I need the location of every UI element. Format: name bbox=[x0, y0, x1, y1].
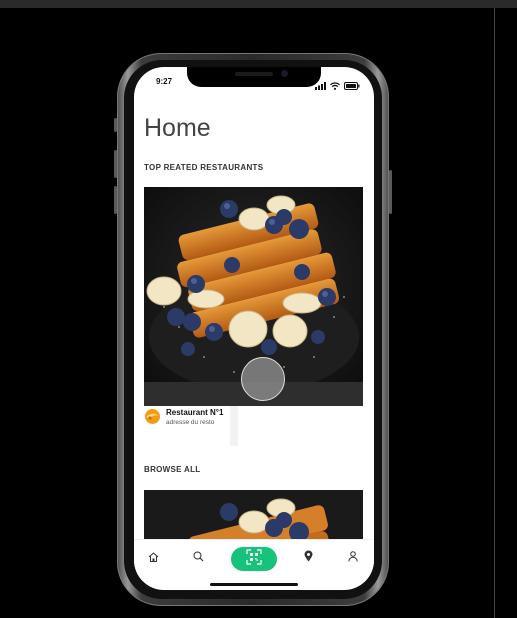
profile-icon bbox=[348, 549, 358, 567]
restaurant-address: adresse du resto bbox=[166, 419, 215, 426]
status-icons bbox=[315, 77, 360, 95]
nav-home[interactable] bbox=[143, 548, 163, 568]
qr-scan-icon bbox=[246, 548, 262, 570]
status-time: 9:27 bbox=[156, 77, 173, 86]
wifi-icon bbox=[330, 77, 340, 95]
restaurant-name: Restaurant N°1 bbox=[166, 408, 224, 417]
nav-profile[interactable] bbox=[343, 548, 363, 568]
signal-icon bbox=[315, 77, 326, 95]
page-title: Home bbox=[144, 114, 211, 142]
nav-location[interactable] bbox=[298, 548, 318, 568]
volume-up-button bbox=[114, 150, 117, 178]
speaker-grille bbox=[235, 72, 273, 76]
nav-search[interactable] bbox=[188, 548, 208, 568]
restaurant-logo-icon bbox=[144, 408, 161, 430]
section-title-top-rated: TOP REATED RESTAURANTS bbox=[144, 163, 264, 172]
viewer-top-bar bbox=[0, 0, 517, 8]
restaurant-card-image[interactable] bbox=[144, 187, 363, 406]
card-separator bbox=[230, 406, 238, 446]
home-indicator[interactable] bbox=[210, 583, 298, 586]
battery-icon bbox=[344, 77, 360, 95]
restaurant-info[interactable]: Restaurant N°1 adresse du resto bbox=[144, 408, 223, 430]
section-title-browse-all: BROWSE ALL bbox=[144, 465, 201, 474]
front-camera bbox=[281, 70, 288, 77]
volume-down-button bbox=[114, 186, 117, 214]
restaurant-text: Restaurant N°1 adresse du resto bbox=[166, 408, 223, 427]
home-icon bbox=[148, 549, 159, 567]
power-button bbox=[389, 170, 392, 214]
phone-screen: 9:27 Home TOP REATED RESTAURANTS Restaur… bbox=[134, 67, 374, 590]
bottom-nav bbox=[134, 539, 374, 581]
scan-overlay-circle[interactable] bbox=[241, 357, 285, 401]
notch bbox=[187, 67, 321, 87]
viewer-frame-edge bbox=[494, 8, 495, 618]
mute-switch bbox=[114, 118, 117, 132]
location-pin-icon bbox=[304, 549, 313, 567]
nav-scan-button[interactable] bbox=[231, 547, 277, 571]
search-icon bbox=[193, 549, 204, 567]
